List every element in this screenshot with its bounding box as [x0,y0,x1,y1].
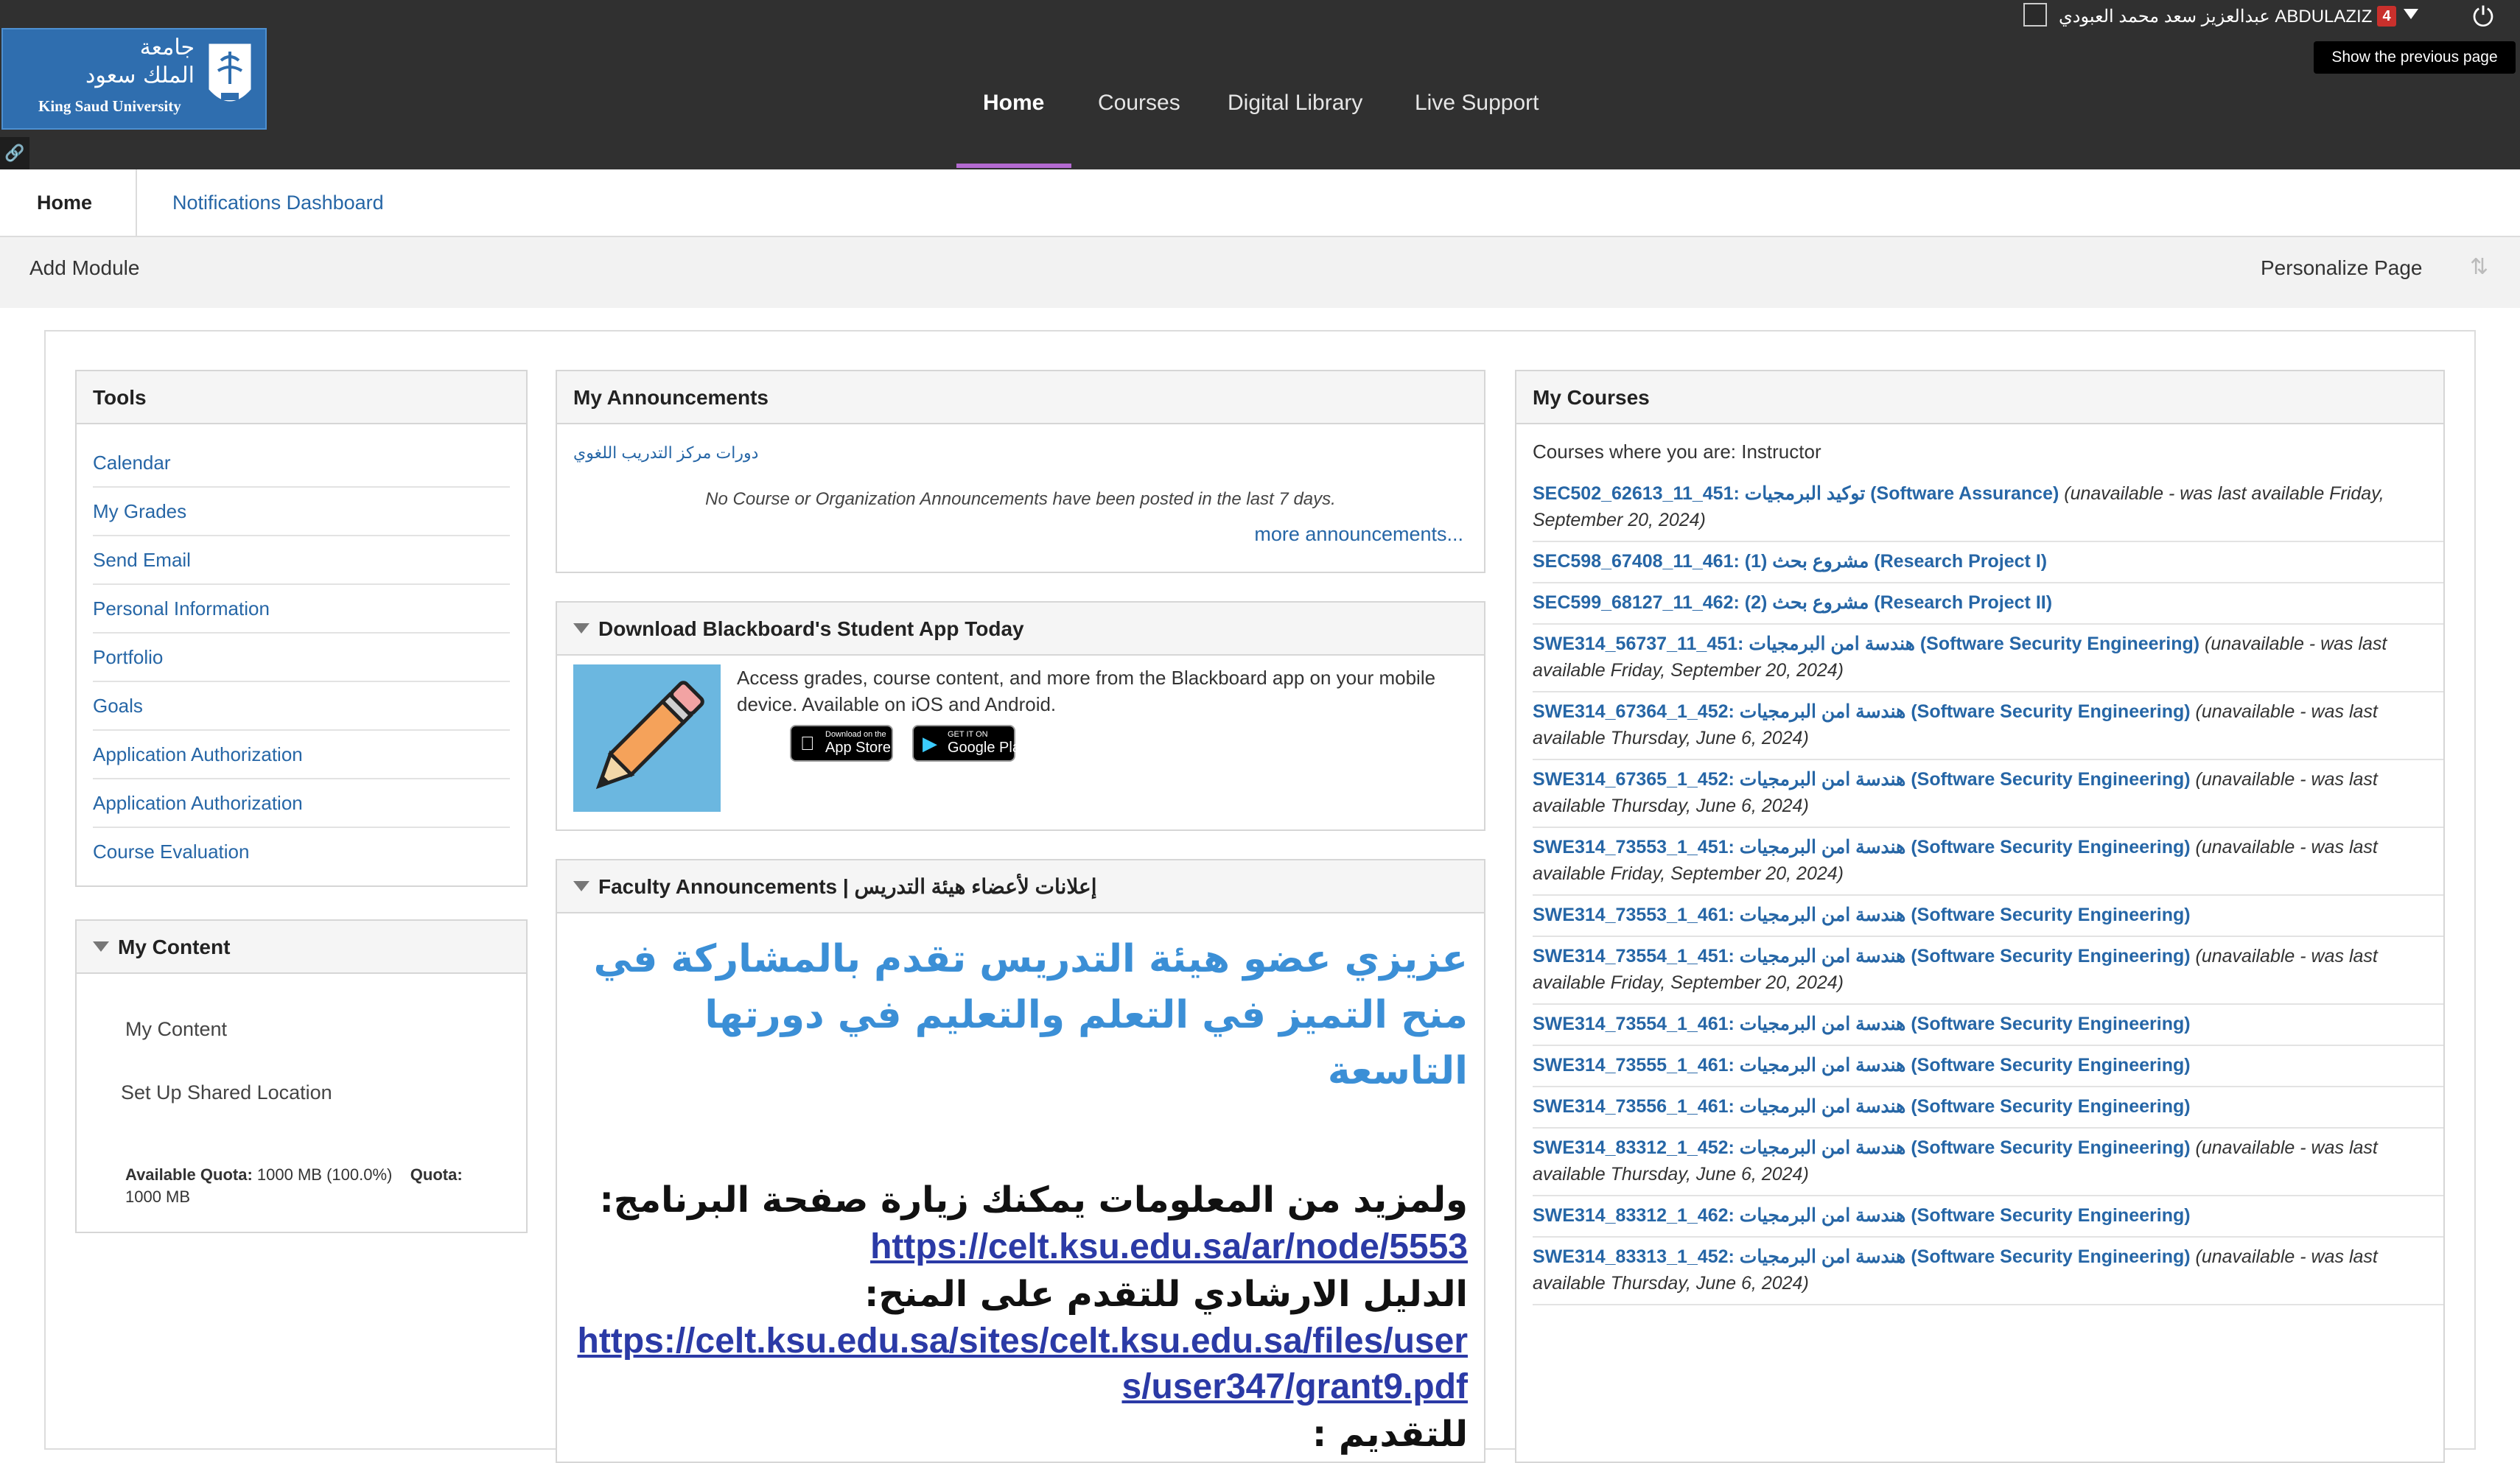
list-item: SWE314_83313_1_452: هندسة امن البرمجيات … [1533,1238,2443,1305]
tool-personal-information[interactable]: Personal Information [93,585,510,634]
top-navigation-bar: جامعة الملك سعود King Saud University 🔗 … [0,0,2520,169]
tool-portfolio[interactable]: Portfolio [93,634,510,682]
page-tabs: Home Notifications Dashboard [0,169,2520,237]
course-link[interactable]: SWE314_73553_1_461: هندسة امن البرمجيات … [1533,905,2191,925]
tool-course-evaluation[interactable]: Course Evaluation [93,828,510,877]
list-item: SWE314_56737_11_451: هندسة امن البرمجيات… [1533,625,2443,692]
apply-text: للتقديم : [1312,1414,1468,1455]
my-content-title: My Content [118,936,231,958]
my-content-link[interactable]: My Content [125,1018,227,1041]
course-link[interactable]: SWE314_73556_1_461: هندسة امن البرمجيات … [1533,1096,2191,1117]
course-link[interactable]: SEC599_68127_11_462: مشروع بحث (2) (Rese… [1533,592,2052,613]
power-icon[interactable]: ⏻ [2463,0,2504,34]
list-item: SWE314_73554_1_451: هندسة امن البرمجيات … [1533,937,2443,1005]
tool-application-authorization[interactable]: Application Authorization [93,731,510,779]
app-store-button[interactable]:  Download on the App Store [790,725,893,762]
tool-goals[interactable]: Goals [93,682,510,731]
guide-text: الدليل الارشادي للتقدم على المنح: [864,1274,1468,1315]
tooltip: Show the previous page [2314,41,2516,74]
faculty-headline: عزيزي عضو هيئة التدريس تقدم بالمشاركة في… [593,937,1468,1093]
course-link[interactable]: SWE314_67365_1_452: هندسة امن البرمجيات … [1533,769,2191,790]
list-item: SWE314_73555_1_461: هندسة امن البرمجيات … [1533,1046,2443,1087]
nav-active-indicator [956,164,1071,168]
tool-my-grades[interactable]: My Grades [93,488,510,536]
course-link[interactable]: SWE314_73554_1_461: هندسة امن البرمجيات … [1533,1014,2191,1034]
app-description: Access grades, course content, and more … [737,667,1436,715]
main-nav: Home Courses Digital Library Live Suppor… [0,80,2520,169]
list-item: SWE314_73556_1_461: هندسة امن البرمجيات … [1533,1087,2443,1129]
course-link[interactable]: SWE314_56737_11_451: هندسة امن البرمجيات… [1533,634,2199,654]
faculty-body: عزيزي عضو هيئة التدريس تقدم بالمشاركة في… [573,931,1468,1459]
collapse-icon[interactable] [573,880,589,891]
course-link[interactable]: SEC598_67408_11_461: مشروع بحث (1) (Rese… [1533,551,2047,572]
personalize-page-button[interactable]: Personalize Page [2261,237,2422,299]
app-download-module: Download Blackboard's Student App Today … [556,601,1485,831]
list-item: SWE314_73553_1_461: هندسة امن البرمجيات … [1533,896,2443,937]
nav-live-support[interactable]: Live Support [1415,80,1539,127]
course-link[interactable]: SWE314_83312_1_452: هندسة امن البرمجيات … [1533,1137,2191,1158]
course-link[interactable]: SWE314_67364_1_452: هندسة امن البرمجيات … [1533,701,2191,722]
pencil-icon [573,664,721,812]
list-item: SEC502_62613_11_451: توكيد البرمجيات (So… [1533,474,2443,542]
course-list: SEC502_62613_11_451: توكيد البرمجيات (So… [1533,474,2443,1305]
my-courses-title: My Courses [1516,371,2443,424]
nav-courses[interactable]: Courses [1098,80,1180,127]
module-container: Tools Calendar My Grades Send Email Pers… [44,330,2476,1463]
course-link[interactable]: SWE314_73554_1_451: هندسة امن البرمجيات … [1533,946,2191,966]
nav-digital-library[interactable]: Digital Library [1228,80,1362,127]
no-announcements-text: No Course or Organization Announcements … [705,489,1336,509]
announcements-title: My Announcements [557,371,1484,424]
course-link[interactable]: SWE314_83312_1_462: هندسة امن البرمجيات … [1533,1205,2191,1226]
play-icon: ▶ [923,732,937,754]
course-link[interactable]: SWE314_73553_1_451: هندسة امن البرمجيات … [1533,837,2191,857]
nav-home[interactable]: Home [983,80,1044,127]
list-item: SWE314_83312_1_452: هندسة امن البرمجيات … [1533,1129,2443,1196]
list-item: SWE314_67364_1_452: هندسة امن البرمجيات … [1533,692,2443,760]
apple-icon:  [800,732,815,754]
google-play-button[interactable]: ▶ GET IT ON Google Play [912,725,1028,762]
user-name[interactable]: عبدالعزيز سعد محمد العبودي ABDULAZIZ ... [2059,4,2392,29]
course-link[interactable]: SWE314_83313_1_452: هندسة امن البرمجيات … [1533,1246,2191,1267]
tools-module: Tools Calendar My Grades Send Email Pers… [75,370,528,887]
logo-arabic-line1: جامعة [139,35,195,60]
list-item: SWE314_73554_1_461: هندسة امن البرمجيات … [1533,1005,2443,1046]
guide-link[interactable]: https://celt.ksu.edu.sa/sites/celt.ksu.e… [573,1319,1468,1410]
courses-role-label: Courses where you are: Instructor [1533,441,1821,463]
tool-send-email[interactable]: Send Email [93,536,510,585]
chevron-down-icon[interactable] [2404,9,2418,19]
tab-home[interactable]: Home [0,169,137,236]
list-item: SWE314_73553_1_451: هندسة امن البرمجيات … [1533,828,2443,896]
user-avatar-checkbox[interactable] [2023,3,2047,27]
app-module-title: Download Blackboard's Student App Today [598,617,1024,640]
quota-info: Available Quota: 1000 MB (100.0%) Quota:… [125,1165,463,1206]
announcement-link[interactable]: دورات مركز التدريب اللغوي [573,443,758,463]
announcements-module: My Announcements دورات مركز التدريب اللغ… [556,370,1485,573]
program-link[interactable]: https://celt.ksu.edu.sa/ar/node/5553 [573,1224,1468,1270]
collapse-icon[interactable] [573,622,589,634]
my-courses-module: My Courses Courses where you are: Instru… [1515,370,2445,1463]
tool-application-authorization-2[interactable]: Application Authorization [93,779,510,828]
tab-notifications-dashboard[interactable]: Notifications Dashboard [172,169,384,236]
list-item: SEC598_67408_11_461: مشروع بحث (1) (Rese… [1533,542,2443,583]
faculty-announcements-module: Faculty Announcements | إعلانات لأعضاء ه… [556,859,1485,1463]
list-item: SWE314_83312_1_462: هندسة امن البرمجيات … [1533,1196,2443,1238]
collapse-icon[interactable] [93,941,109,952]
notification-badge[interactable]: 4 [2377,6,2396,27]
action-bar: Add Module Personalize Page ⇅ [0,237,2520,308]
tools-title: Tools [77,371,526,424]
more-announcements-link[interactable]: more announcements... [1254,523,1463,546]
tool-calendar[interactable]: Calendar [93,439,510,488]
faculty-title: Faculty Announcements | إعلانات لأعضاء ه… [598,875,1097,898]
list-item: SWE314_67365_1_452: هندسة امن البرمجيات … [1533,760,2443,828]
list-item: SEC599_68127_11_462: مشروع بحث (2) (Rese… [1533,583,2443,625]
add-module-button[interactable]: Add Module [29,237,139,299]
reorder-icon[interactable]: ⇅ [2470,255,2488,280]
course-link[interactable]: SWE314_73555_1_461: هندسة امن البرمجيات … [1533,1055,2191,1076]
more-info-text: ولمزيد من المعلومات يمكنك زيارة صفحة الب… [599,1179,1468,1221]
my-content-module: My Content My Content Set Up Shared Loca… [75,919,528,1233]
shared-location-link[interactable]: Set Up Shared Location [121,1081,332,1104]
tools-list: Calendar My Grades Send Email Personal I… [93,439,510,877]
course-link[interactable]: SEC502_62613_11_451: توكيد البرمجيات (So… [1533,483,2059,504]
